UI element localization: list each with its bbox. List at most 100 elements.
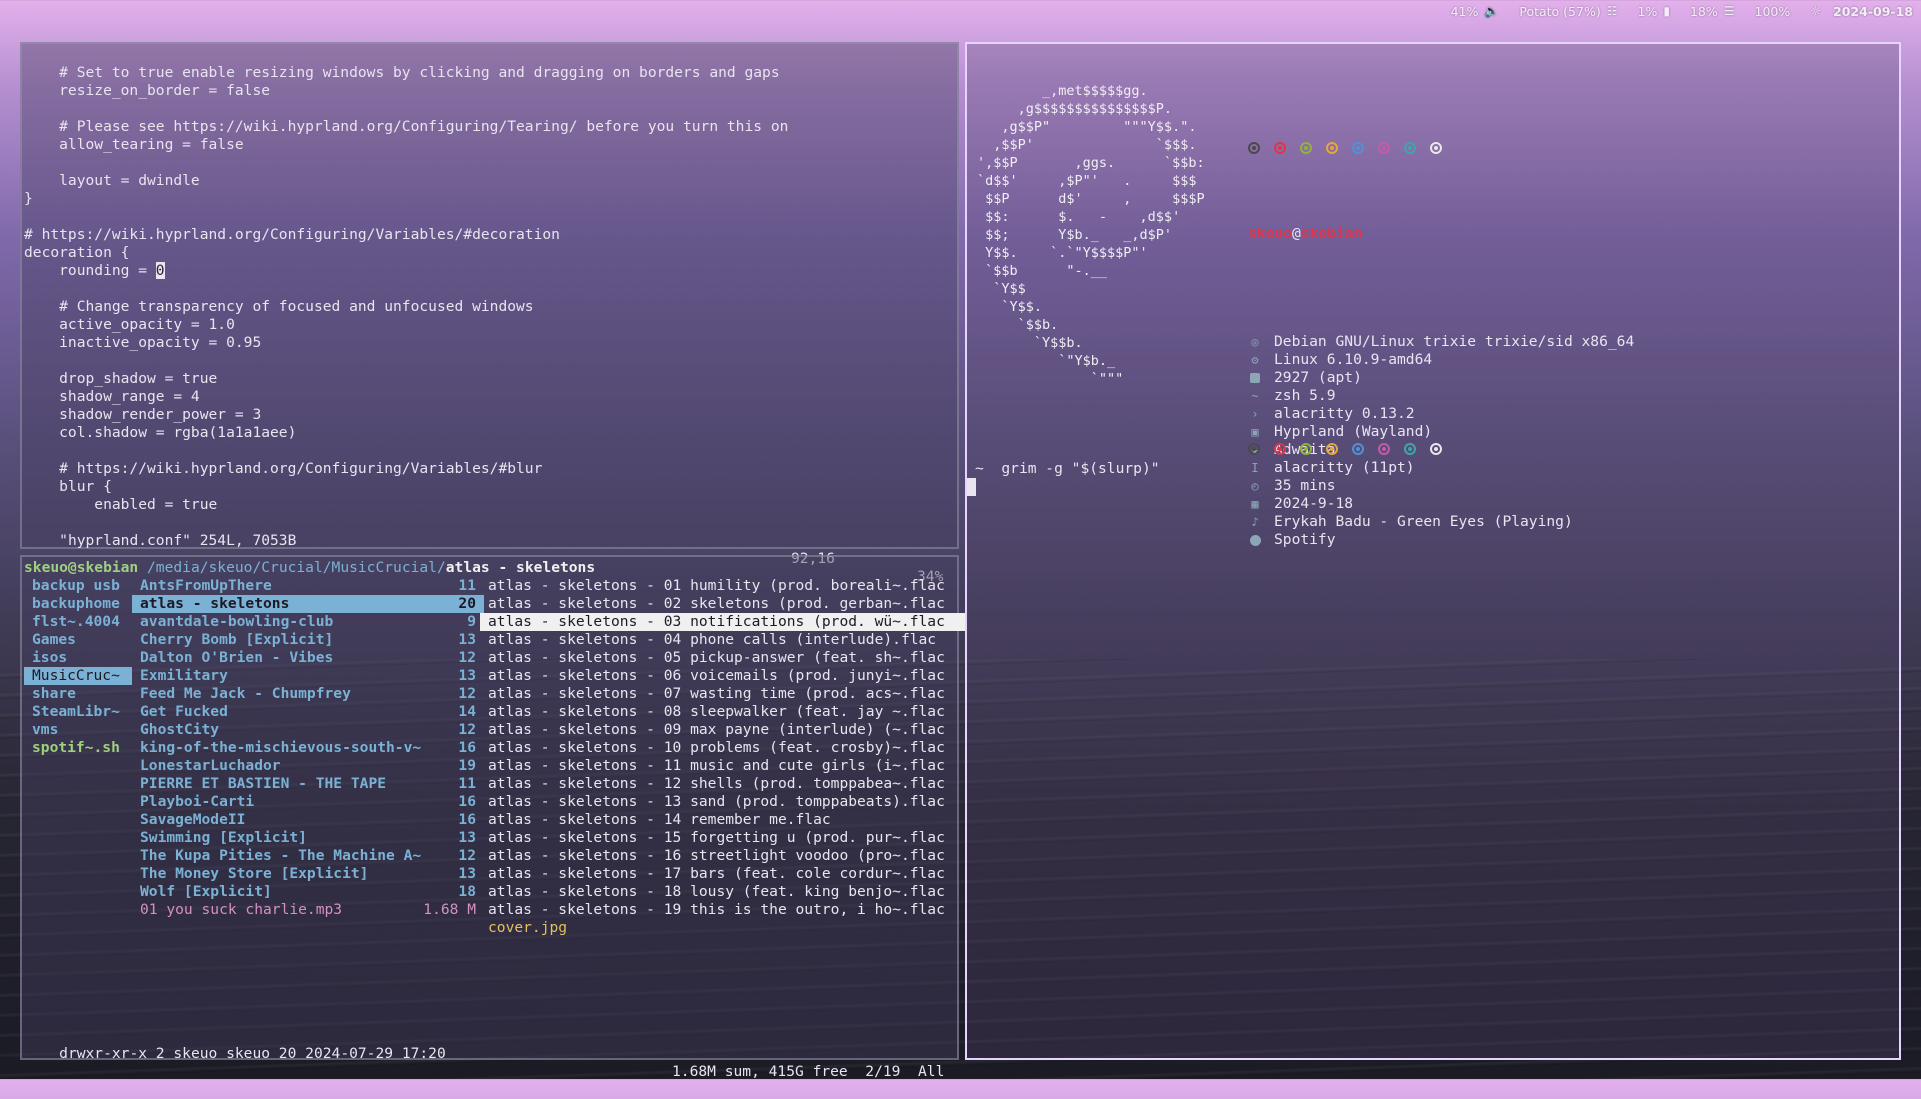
list-item[interactable]: Games bbox=[24, 631, 132, 649]
vim-buffer[interactable]: # Set to true enable resizing windows by… bbox=[24, 64, 788, 514]
list-item[interactable]: atlas - skeletons - 11 music and cute gi… bbox=[480, 757, 966, 775]
info-value: Hyprland (Wayland) bbox=[1274, 423, 1433, 440]
list-item[interactable]: Wolf [Explicit] 18 bbox=[132, 883, 484, 901]
list-item[interactable]: atlas - skeletons - 19 this is the outro… bbox=[480, 901, 966, 919]
list-item[interactable]: atlas - skeletons - 04 phone calls (inte… bbox=[480, 631, 966, 649]
list-item[interactable]: atlas - skeletons - 09 max payne (interl… bbox=[480, 721, 966, 739]
list-item[interactable]: atlas - skeletons - 18 lousy (feat. king… bbox=[480, 883, 966, 901]
list-item-name: atlas - skeletons - 14 remember me.flac bbox=[488, 811, 831, 828]
list-item[interactable]: Exmilitary 13 bbox=[132, 667, 484, 685]
list-item[interactable]: PIERRE ET BASTIEN - THE TAPE 11 bbox=[132, 775, 484, 793]
list-item[interactable]: cover.jpg bbox=[480, 919, 966, 937]
list-item[interactable]: SavageModeII 16 bbox=[132, 811, 484, 829]
list-item[interactable]: SteamLibr~ bbox=[24, 703, 132, 721]
list-item[interactable]: king-of-the-mischievous-south-v~ 16 bbox=[132, 739, 484, 757]
vim-line: shadow_render_power = 3 bbox=[24, 406, 262, 423]
list-item[interactable]: atlas - skeletons 20 bbox=[132, 595, 484, 613]
list-item[interactable]: isos bbox=[24, 649, 132, 667]
list-item[interactable]: The Money Store [Explicit] 13 bbox=[132, 865, 484, 883]
list-item[interactable]: vms bbox=[24, 721, 132, 739]
list-item-name: Wolf [Explicit] bbox=[140, 883, 272, 900]
cpu-value[interactable]: 18% bbox=[1690, 4, 1718, 19]
list-item-name: cover.jpg bbox=[488, 919, 568, 936]
battery-value[interactable]: 1% bbox=[1638, 4, 1658, 19]
info-value: 2927 (apt) bbox=[1274, 369, 1362, 386]
list-item[interactable]: atlas - skeletons - 07 wasting time (pro… bbox=[480, 685, 966, 703]
cpu-icon[interactable]: ☰ bbox=[1724, 4, 1735, 18]
list-item-name: atlas - skeletons - 19 this is the outro… bbox=[488, 901, 945, 918]
ranger-window[interactable]: skeuo@skebian /media/skeuo/Crucial/Music… bbox=[20, 555, 966, 1080]
brightness-value[interactable]: 100% bbox=[1755, 4, 1791, 19]
list-item-name: atlas - skeletons - 04 phone calls (inte… bbox=[488, 631, 937, 648]
brightness-icon[interactable]: ☼ bbox=[1810, 4, 1821, 18]
list-item[interactable]: backup usb bbox=[24, 577, 132, 595]
list-item[interactable]: atlas - skeletons - 17 bars (feat. cole … bbox=[480, 865, 966, 883]
list-item[interactable]: Get Fucked 14 bbox=[132, 703, 484, 721]
volume-value[interactable]: 41% bbox=[1451, 4, 1479, 19]
wifi-icon[interactable]: ☷ bbox=[1607, 4, 1618, 18]
list-item[interactable]: Playboi-Carti 16 bbox=[132, 793, 484, 811]
list-item[interactable]: atlas - skeletons - 06 voicemails (prod.… bbox=[480, 667, 966, 685]
speaker-icon[interactable]: 🔈 bbox=[1484, 4, 1499, 18]
list-item-name: vms bbox=[32, 721, 59, 738]
vim-line: # Please see https://wiki.hyprland.org/C… bbox=[24, 118, 789, 135]
list-item-name: share bbox=[32, 685, 76, 702]
info-value: alacritty (11pt) bbox=[1274, 459, 1415, 476]
list-item-name: atlas - skeletons - 07 wasting time (pro… bbox=[488, 685, 945, 702]
list-item[interactable]: GhostCity 12 bbox=[132, 721, 484, 739]
list-item[interactable]: atlas - skeletons - 03 notifications (pr… bbox=[480, 613, 966, 631]
list-item[interactable]: atlas - skeletons - 14 remember me.flac bbox=[480, 811, 966, 829]
ranger-parent-column[interactable]: backup usb backuphome flst~.4004 Games isos M… bbox=[24, 577, 132, 757]
list-item-name: Cherry Bomb [Explicit] bbox=[140, 631, 334, 648]
list-item[interactable]: Swimming [Explicit] 13 bbox=[132, 829, 484, 847]
list-item[interactable]: atlas - skeletons - 13 sand (prod. tompp… bbox=[480, 793, 966, 811]
info-row: Spotify bbox=[1248, 531, 1634, 549]
list-item[interactable]: atlas - skeletons - 08 sleepwalker (feat… bbox=[480, 703, 966, 721]
prompt-command[interactable]: grim -g "$(slurp)" bbox=[1001, 460, 1159, 477]
list-item[interactable]: backuphome bbox=[24, 595, 132, 613]
list-item[interactable]: spotif~.sh bbox=[24, 739, 132, 757]
battery-icon[interactable]: ▮ bbox=[1663, 4, 1670, 18]
list-item[interactable]: atlas - skeletons - 16 streetlight voodo… bbox=[480, 847, 966, 865]
debian-icon: ◎ bbox=[1251, 335, 1259, 349]
list-item[interactable]: atlas - skeletons - 10 problems (feat. c… bbox=[480, 739, 966, 757]
logo-line: `""" bbox=[977, 371, 1124, 387]
list-item[interactable]: Feed Me Jack - Chumpfrey 12 bbox=[132, 685, 484, 703]
wifi-value[interactable]: Potato (57%) bbox=[1519, 4, 1600, 19]
list-item[interactable]: Cherry Bomb [Explicit] 13 bbox=[132, 631, 484, 649]
list-item-name: Get Fucked bbox=[140, 703, 228, 720]
list-item[interactable]: atlas - skeletons - 12 shells (prod. tom… bbox=[480, 775, 966, 793]
vim-window[interactable]: # Set to true enable resizing windows by… bbox=[20, 42, 959, 585]
list-item[interactable]: 01 you suck charlie.mp3 1.68 M bbox=[132, 901, 484, 919]
list-item[interactable]: AntsFromUpThere 11 bbox=[132, 577, 484, 595]
package-icon bbox=[1248, 371, 1262, 385]
vim-line: resize_on_border = false bbox=[24, 82, 271, 99]
list-item[interactable]: The Kupa Pities - The Machine A~ 12 bbox=[132, 847, 484, 865]
vim-line: # https://wiki.hyprland.org/Configuring/… bbox=[24, 226, 560, 243]
list-item[interactable]: atlas - skeletons - 01 humility (prod. b… bbox=[480, 577, 966, 595]
logo-line: `"Y$b._ bbox=[977, 353, 1116, 369]
list-item[interactable]: atlas - skeletons - 02 skeletons (prod. … bbox=[480, 595, 966, 613]
list-item[interactable]: MusicCruc~ bbox=[24, 667, 132, 685]
info-value: Linux 6.10.9-amd64 bbox=[1274, 351, 1433, 368]
shell-prompt[interactable]: ~ grim -g "$(slurp)" bbox=[975, 460, 1160, 478]
vim-line bbox=[24, 352, 788, 370]
list-item[interactable]: atlas - skeletons - 05 pickup-answer (fe… bbox=[480, 649, 966, 667]
list-item[interactable]: LonestarLuchador 19 bbox=[132, 757, 484, 775]
logo-line: `Y$$ bbox=[977, 281, 1026, 297]
vim-line bbox=[24, 154, 788, 172]
list-item[interactable]: atlas - skeletons - 15 forgetting u (pro… bbox=[480, 829, 966, 847]
list-item-name: atlas - skeletons - 13 sand (prod. tompp… bbox=[488, 793, 945, 810]
list-item[interactable]: share bbox=[24, 685, 132, 703]
list-item[interactable]: Dalton O'Brien - Vibes 12 bbox=[132, 649, 484, 667]
ranger-current-column[interactable]: AntsFromUpThere 11 atlas - skeletons 20 avan… bbox=[132, 577, 484, 919]
date-display[interactable]: 2024-09-18 bbox=[1833, 4, 1913, 19]
calendar-icon: ▦ bbox=[1251, 497, 1259, 511]
ranger-preview-column[interactable]: atlas - skeletons - 01 humility (prod. b… bbox=[480, 577, 966, 937]
system-info: skeuo @ skebian ◎ Debian GNU/Linux trixie t… bbox=[1248, 135, 1634, 549]
list-item[interactable]: avantdale-bowling-club 9 bbox=[132, 613, 484, 631]
info-row: ⚙ Linux 6.10.9-amd64 bbox=[1248, 351, 1634, 369]
list-item-name: atlas - skeletons - 06 voicemails (prod.… bbox=[488, 667, 945, 684]
list-item[interactable]: flst~.4004 bbox=[24, 613, 132, 631]
terminal-window[interactable]: _,met$$$$$gg. ,g$$$$$$$$$$$$$$$P. ,g$$P"… bbox=[965, 42, 1901, 1060]
